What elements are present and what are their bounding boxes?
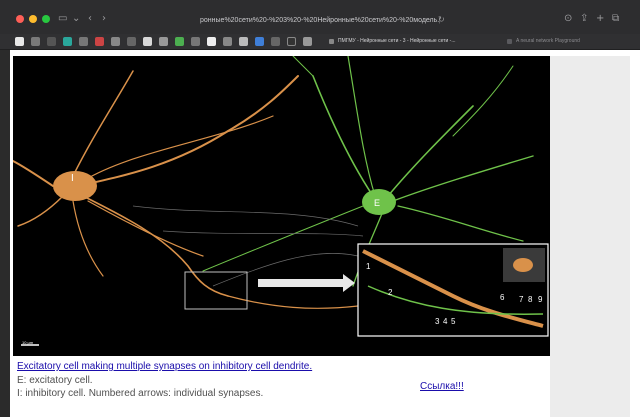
tab-favicon-icon [329,39,334,44]
inhibitory-cell-body [53,171,97,201]
synapse-label: 5 [451,317,456,326]
bookmark-icon[interactable] [175,37,184,46]
synapse-label: 1 [366,262,371,271]
reload-icon[interactable]: ↻ [438,15,445,25]
tab-favicon-icon [507,39,512,44]
bookmark-icon[interactable] [63,37,72,46]
address-bar[interactable]: ронные%20сети%20-%203%20-%20Нейронные%20… [200,14,440,28]
bookmark-icon[interactable] [111,37,120,46]
caption-title-link[interactable]: Excitatory cell making multiple synapses… [17,361,312,373]
bookmark-icon[interactable] [191,37,200,46]
tab-label: A neural network Playground [516,38,580,44]
bookmark-icon[interactable] [207,37,216,46]
browser-window: ▭ ⌄ ‹ › ронные%20сети%20-%203%20-%20Нейр… [0,0,640,417]
synapse-label: 3 [435,317,440,326]
synapse-label: 4 [443,317,448,326]
synapse-label: 7 [519,295,524,304]
bookmark-icon[interactable] [95,37,104,46]
scale-bar-label: 10 µm [22,340,34,345]
forward-arrow-icon[interactable]: › [102,14,106,24]
bookmark-icon[interactable] [79,37,88,46]
back-arrow-icon[interactable]: ‹ [88,14,92,24]
tab-inactive[interactable]: A neural network Playground [504,36,634,47]
sidebar-toggle-icon[interactable]: ▭ [58,14,67,24]
tab-overview-icon[interactable]: ⧉ [612,14,619,24]
synapse-label: 9 [538,295,543,304]
reference-link[interactable]: Ссылка!!! [420,381,464,393]
bookmark-icon[interactable] [287,37,296,46]
zoom-window-button[interactable] [42,15,50,23]
bookmark-icon[interactable] [271,37,280,46]
caption-line: E: excitatory cell. [17,375,93,386]
neuron-micrograph: I E 1 2 3 4 5 6 7 8 9 10 µm [13,56,550,356]
close-window-button[interactable] [16,15,24,23]
bookmark-icon[interactable] [223,37,232,46]
excitatory-label: E [374,198,381,208]
bookmark-icon[interactable] [47,37,56,46]
bookmark-icon[interactable] [255,37,264,46]
title-bar: ▭ ⌄ ‹ › ронные%20сети%20-%203%20-%20Нейр… [0,0,640,35]
synapse-label: 8 [528,295,533,304]
download-icon[interactable]: ⊙ [564,14,572,24]
bookmark-icon[interactable] [31,37,40,46]
zoom-region-box [184,271,248,310]
bookmark-icon[interactable] [159,37,168,46]
page-side-panel [550,56,630,417]
synapse-label: 2 [388,288,393,297]
share-icon[interactable]: ⇪ [580,14,588,24]
arrow-icon [258,274,355,292]
bookmark-icon[interactable] [127,37,136,46]
bookmark-icon[interactable] [143,37,152,46]
chevron-down-icon[interactable]: ⌄ [72,14,80,24]
bookmark-icon[interactable] [303,37,312,46]
caption-line: I: inhibitory cell. Numbered arrows: ind… [17,388,264,399]
bookmark-icon[interactable] [15,37,24,46]
minimize-window-button[interactable] [29,15,37,23]
tab-active[interactable]: ПМГМУ - Нейронные сети - 3 - Нейронные с… [326,36,486,47]
new-tab-icon[interactable]: + [596,14,604,24]
neuron-image [13,56,549,346]
synapse-label: 6 [500,293,505,302]
inhibitory-label: I [71,173,74,184]
bookmark-icon[interactable] [239,37,248,46]
tab-label: ПМГМУ - Нейронные сети - 3 - Нейронные с… [338,38,456,44]
